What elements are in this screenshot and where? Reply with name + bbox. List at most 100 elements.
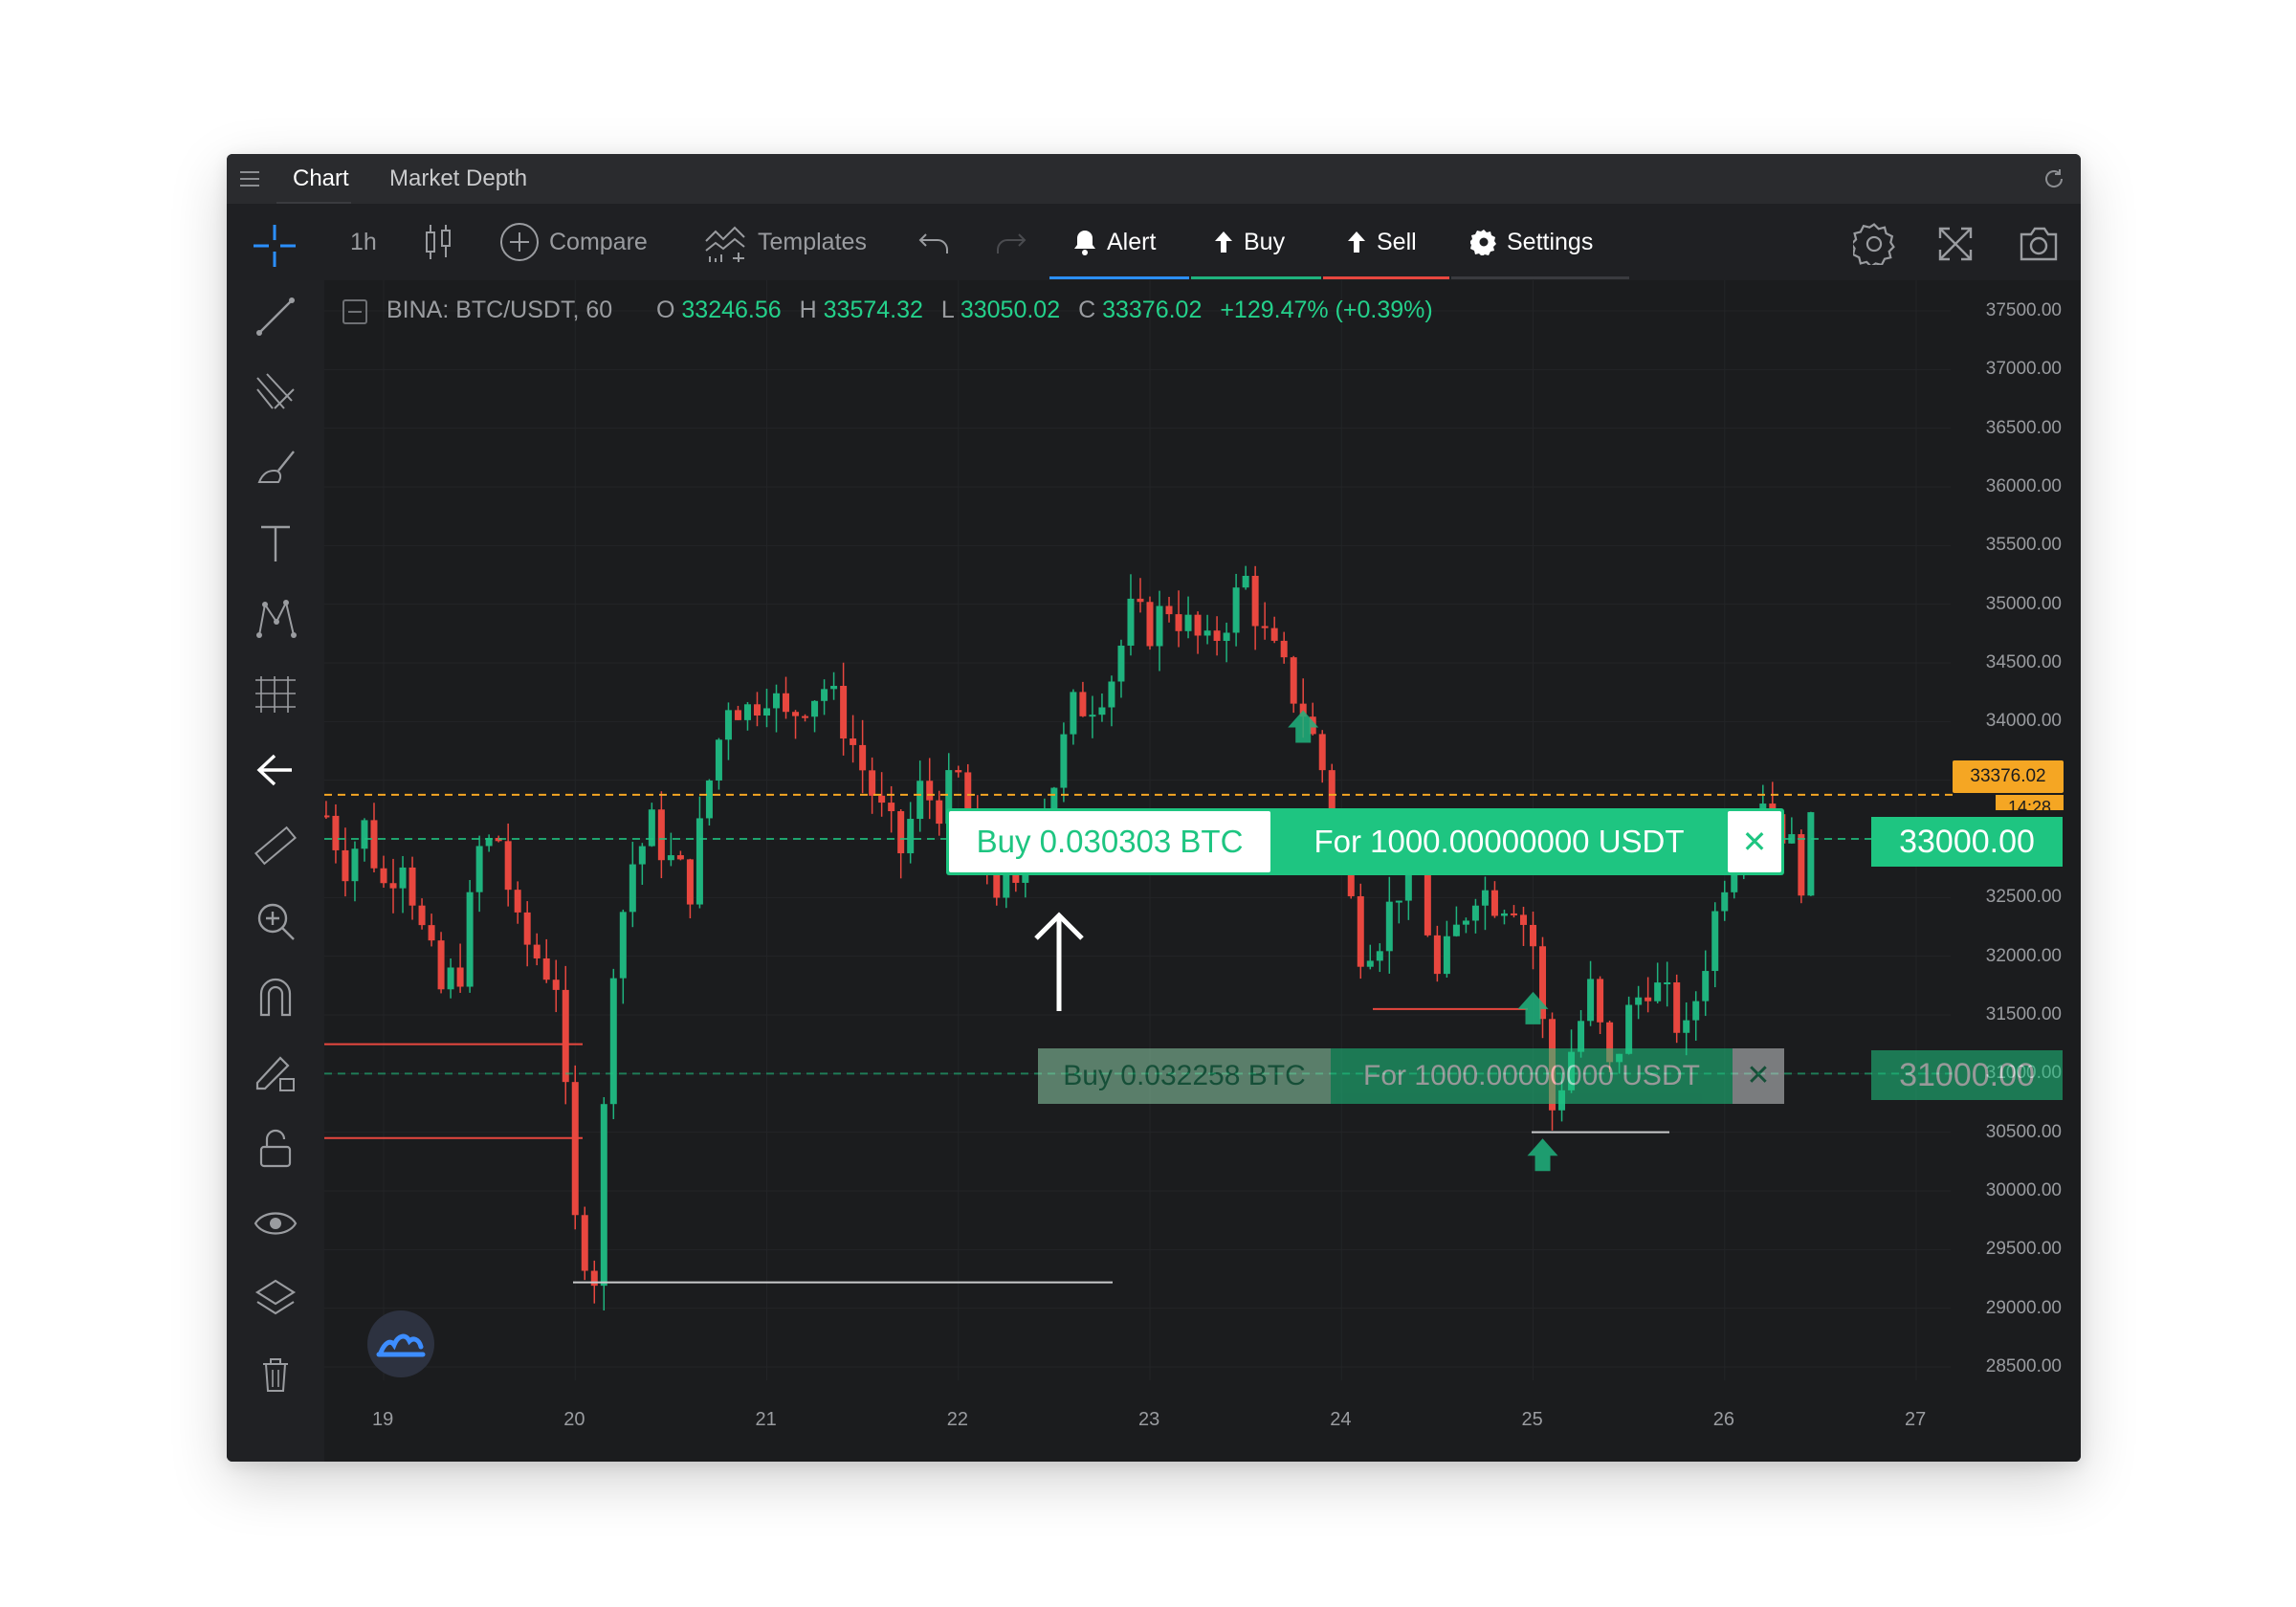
- refresh-icon[interactable]: [2041, 165, 2067, 192]
- order-price-tag-33000[interactable]: 33000.00: [1871, 817, 2063, 867]
- trash-icon[interactable]: [252, 1351, 299, 1398]
- buy-order-amount-box[interactable]: Buy 0.030303 BTC: [949, 811, 1270, 872]
- ohlc-values: O 33246.56 H 33574.32 L 33050.02 C 33376…: [656, 297, 1433, 324]
- eye-icon[interactable]: [252, 1200, 299, 1247]
- order-price-value: 33000.00: [1899, 824, 2035, 860]
- camera-icon[interactable]: [2018, 225, 2060, 263]
- ghost-order-price-value: 31000.00: [1899, 1057, 2035, 1093]
- symbol-label: BINA: BTC/USDT, 60: [386, 297, 613, 323]
- crosshair-icon[interactable]: [250, 221, 299, 271]
- sell-button[interactable]: Sell: [1346, 204, 1417, 280]
- ghost-order-price-tag: 31000.00: [1871, 1050, 2063, 1100]
- candlestick-type-icon[interactable]: [421, 223, 455, 261]
- candle-body: [907, 819, 915, 854]
- pattern-tool-icon[interactable]: [252, 595, 299, 643]
- chart-window: Chart Market Depth 1h Compare Templates …: [227, 154, 2081, 1462]
- candle-body: [802, 715, 809, 718]
- trend-line-icon[interactable]: [252, 293, 299, 341]
- candle-body: [1165, 605, 1173, 615]
- chart-settings-icon[interactable]: [1850, 223, 1895, 268]
- candle-body: [1242, 575, 1249, 588]
- candle-body: [1366, 960, 1374, 967]
- hamburger-menu-icon[interactable]: [238, 167, 261, 190]
- candle-body: [676, 855, 684, 860]
- candle-body: [1108, 681, 1115, 708]
- fib-tool-icon[interactable]: [252, 368, 299, 416]
- candle-body: [1357, 895, 1364, 967]
- compare-button[interactable]: Compare: [499, 204, 648, 280]
- high-label: H: [799, 297, 817, 323]
- candle-body: [351, 848, 359, 882]
- candle-body: [342, 849, 349, 882]
- candle-body: [1175, 614, 1182, 631]
- candle-body: [370, 820, 378, 869]
- candle-body: [590, 1270, 598, 1287]
- price-axis-label: 32000.00: [1985, 945, 2062, 966]
- interval-button[interactable]: 1h: [350, 204, 377, 280]
- cancel-order-button[interactable]: ✕: [1728, 811, 1781, 872]
- tab-chart[interactable]: Chart: [293, 154, 349, 204]
- magnet-icon[interactable]: [252, 973, 299, 1021]
- date-axis-label: 22: [946, 1409, 968, 1430]
- price-axis-label: 30500.00: [1985, 1121, 2062, 1142]
- candle-body: [1003, 873, 1010, 898]
- brush-icon[interactable]: [252, 444, 299, 492]
- candle-body: [1127, 598, 1135, 646]
- candle-body: [686, 859, 694, 905]
- candle-body: [1070, 692, 1077, 735]
- ghost-order-total: For 1000.00000000 USDT: [1363, 1060, 1700, 1091]
- unlock-icon[interactable]: [252, 1124, 299, 1172]
- settings-underline: [1451, 276, 1629, 279]
- bell-icon: [1074, 231, 1095, 255]
- interval-label: 1h: [350, 228, 377, 255]
- candle-body: [389, 883, 397, 889]
- buy-order-amount: Buy 0.030303 BTC: [976, 824, 1244, 859]
- redo-icon[interactable]: [994, 229, 1027, 257]
- candle-body: [399, 867, 407, 889]
- candle-body: [859, 744, 867, 771]
- ghost-order-31000[interactable]: Buy 0.032258 BTC For 1000.00000000 USDT …: [1038, 1048, 1784, 1104]
- fullscreen-icon[interactable]: [1936, 225, 1975, 263]
- templates-icon: [705, 226, 745, 262]
- lock-drawing-icon[interactable]: [252, 1048, 299, 1096]
- candle-body: [562, 989, 569, 1083]
- date-axis-label: 21: [755, 1409, 777, 1430]
- candle-body: [1510, 913, 1517, 915]
- candle-body: [1213, 630, 1221, 641]
- candle-body: [1490, 890, 1498, 916]
- candle-body: [514, 890, 521, 913]
- candle-body: [1597, 979, 1604, 1023]
- candle-body: [888, 803, 895, 812]
- candle-body: [475, 846, 483, 892]
- ghost-order-amount: Buy 0.032258 BTC: [1063, 1060, 1306, 1091]
- prediction-tool-icon[interactable]: [252, 671, 299, 718]
- collapse-legend-icon[interactable]: [342, 299, 367, 324]
- undo-icon[interactable]: [918, 229, 951, 257]
- candle-body: [811, 700, 819, 717]
- sell-label: Sell: [1377, 228, 1417, 255]
- back-arrow-icon[interactable]: [252, 746, 299, 794]
- candle-body: [1443, 936, 1450, 975]
- candle-body: [1481, 890, 1489, 906]
- candle-body: [1711, 911, 1719, 972]
- ruler-icon[interactable]: [252, 822, 299, 870]
- sell-underline: [1323, 276, 1449, 279]
- price-axis-label: 29000.00: [1985, 1297, 2062, 1318]
- candle-body: [1203, 630, 1211, 636]
- alert-button[interactable]: Alert: [1072, 204, 1156, 280]
- text-tool-icon[interactable]: [252, 519, 299, 567]
- layers-icon[interactable]: [252, 1275, 299, 1323]
- candle-body: [1587, 979, 1595, 1022]
- settings-button[interactable]: Settings: [1470, 204, 1593, 280]
- candle-body: [1156, 605, 1163, 647]
- tab-market-depth[interactable]: Market Depth: [389, 154, 527, 204]
- gear-icon: [1470, 230, 1496, 255]
- buy-button[interactable]: Buy: [1213, 204, 1285, 280]
- arrow-up-icon: [1215, 231, 1232, 253]
- candle-body: [657, 809, 665, 861]
- zoom-in-icon[interactable]: [252, 897, 299, 945]
- candle-body: [466, 892, 474, 987]
- candle-body: [619, 912, 627, 979]
- candle-body: [380, 868, 387, 884]
- templates-button[interactable]: Templates: [704, 204, 867, 280]
